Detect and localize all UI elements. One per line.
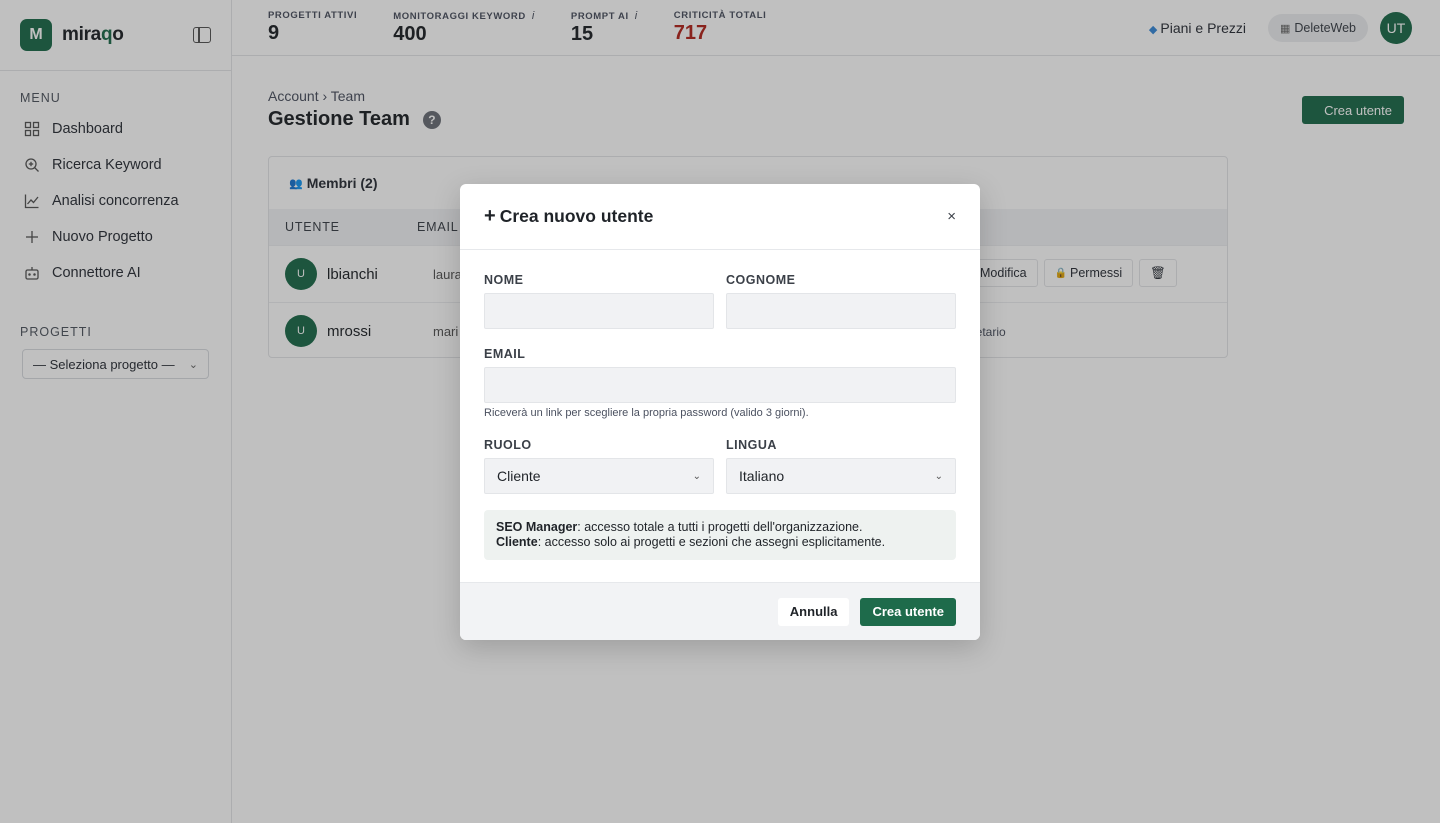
lingua-label: LINGUA	[726, 438, 777, 452]
chevron-down-icon: ⌄	[934, 470, 943, 482]
lingua-value: Italiano	[739, 468, 785, 484]
modal-title: + Crea nuovo utente	[484, 205, 653, 228]
email-label: EMAIL	[484, 347, 526, 361]
cognome-field[interactable]	[726, 293, 956, 329]
create-user-modal: + Crea nuovo utente × NOME COGNOME EMAIL …	[460, 184, 980, 640]
role-desc: : accesso solo ai progetti e sezioni che…	[537, 535, 886, 549]
close-icon[interactable]: ×	[947, 208, 956, 225]
role-term: SEO Manager	[496, 520, 578, 534]
role-info-client: Cliente: accesso solo ai progetti e sezi…	[496, 535, 944, 550]
plus-icon: +	[484, 205, 496, 227]
email-hint: Riceverà un link per scegliere la propri…	[484, 407, 809, 419]
cognome-label: COGNOME	[726, 273, 796, 287]
ruolo-value: Cliente	[497, 468, 541, 484]
modal-footer: Annulla Crea utente	[460, 582, 980, 640]
nome-label: NOME	[484, 273, 524, 287]
role-term: Cliente	[496, 535, 538, 549]
nome-field[interactable]	[484, 293, 714, 329]
modal-header: + Crea nuovo utente ×	[460, 184, 980, 250]
ruolo-label: RUOLO	[484, 438, 532, 452]
modal-title-text: Crea nuovo utente	[499, 206, 654, 226]
ruolo-select[interactable]: Cliente ⌄	[484, 458, 714, 494]
lingua-select[interactable]: Italiano ⌄	[726, 458, 956, 494]
submit-create-user-button[interactable]: Crea utente	[860, 597, 956, 626]
role-info-seo: SEO Manager: accesso totale a tutti i pr…	[496, 520, 944, 535]
chevron-down-icon: ⌄	[692, 470, 701, 482]
modal-body: NOME COGNOME EMAIL Riceverà un link per …	[460, 250, 980, 582]
role-info-box: SEO Manager: accesso totale a tutti i pr…	[484, 510, 956, 560]
email-field[interactable]	[484, 367, 956, 403]
role-desc: : accesso totale a tutti i progetti dell…	[577, 520, 863, 534]
cancel-button[interactable]: Annulla	[777, 597, 850, 626]
